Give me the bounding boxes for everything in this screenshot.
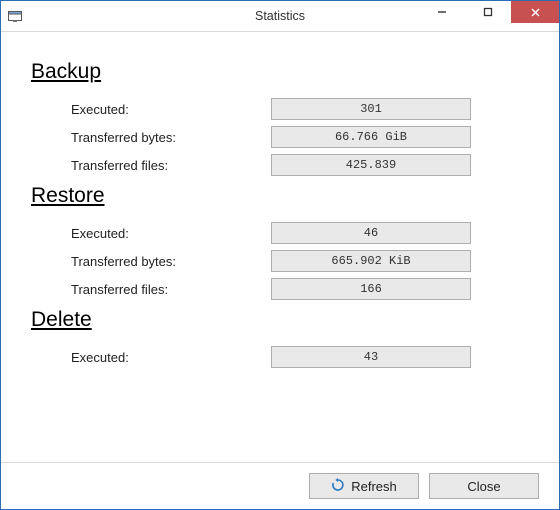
backup-bytes-row: Transferred bytes: 66.766 GiB (31, 126, 529, 148)
backup-files-row: Transferred files: 425.839 (31, 154, 529, 176)
backup-files-label: Transferred files: (31, 158, 271, 173)
restore-files-row: Transferred files: 166 (31, 278, 529, 300)
backup-bytes-label: Transferred bytes: (31, 130, 271, 145)
restore-bytes-value: 665.902 KiB (271, 250, 471, 272)
restore-executed-row: Executed: 46 (31, 222, 529, 244)
restore-heading: Restore (31, 184, 529, 208)
backup-bytes-value: 66.766 GiB (271, 126, 471, 148)
backup-heading: Backup (31, 60, 529, 84)
delete-heading: Delete (31, 308, 529, 332)
content-area: Backup Executed: 301 Transferred bytes: … (1, 32, 559, 462)
delete-executed-row: Executed: 43 (31, 346, 529, 368)
close-button-label: Close (467, 479, 500, 494)
delete-executed-value: 43 (271, 346, 471, 368)
backup-files-value: 425.839 (271, 154, 471, 176)
app-icon (1, 10, 29, 22)
refresh-button[interactable]: Refresh (309, 473, 419, 499)
delete-executed-label: Executed: (31, 350, 271, 365)
close-button[interactable]: Close (429, 473, 539, 499)
footer: Refresh Close (1, 462, 559, 509)
refresh-button-label: Refresh (351, 479, 397, 494)
restore-bytes-label: Transferred bytes: (31, 254, 271, 269)
restore-executed-label: Executed: (31, 226, 271, 241)
restore-bytes-row: Transferred bytes: 665.902 KiB (31, 250, 529, 272)
refresh-icon (331, 478, 345, 495)
window-controls (419, 1, 559, 31)
titlebar: Statistics (1, 1, 559, 32)
restore-executed-value: 46 (271, 222, 471, 244)
restore-files-label: Transferred files: (31, 282, 271, 297)
maximize-button[interactable] (465, 1, 511, 23)
minimize-button[interactable] (419, 1, 465, 23)
restore-files-value: 166 (271, 278, 471, 300)
backup-executed-label: Executed: (31, 102, 271, 117)
backup-executed-value: 301 (271, 98, 471, 120)
close-window-button[interactable] (511, 1, 559, 23)
statistics-window: Statistics Backup Executed: 301 Transfer (0, 0, 560, 510)
backup-executed-row: Executed: 301 (31, 98, 529, 120)
